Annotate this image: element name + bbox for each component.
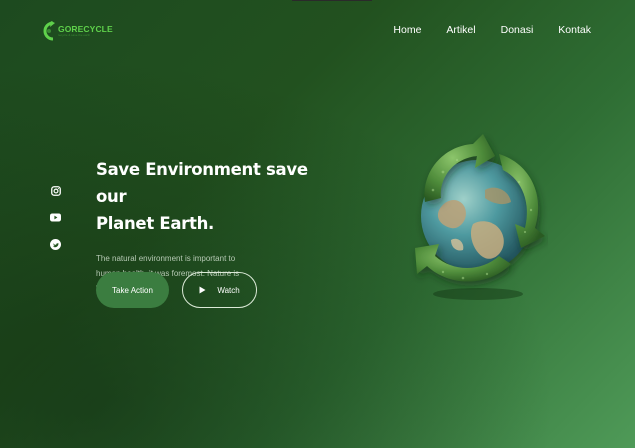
youtube-icon[interactable]: [50, 212, 61, 223]
watch-button[interactable]: Watch: [182, 272, 257, 308]
brand-name: GORECYCLE: [58, 23, 113, 34]
nav-kontak[interactable]: Kontak: [558, 24, 591, 36]
twitter-icon[interactable]: [50, 239, 61, 250]
nav-artikel[interactable]: Artikel: [446, 24, 475, 36]
take-action-button[interactable]: Take Action: [96, 272, 169, 308]
hero-title-line2: Planet Earth.: [96, 214, 214, 233]
nav-donasi[interactable]: Donasi: [501, 24, 534, 36]
take-action-label: Take Action: [112, 285, 153, 295]
instagram-icon[interactable]: [50, 185, 61, 196]
brand-tagline: recycle & save the earth: [58, 33, 91, 38]
recycle-logo-icon: [43, 21, 55, 41]
social-links: [50, 185, 61, 250]
hero-title-line1: Save Environment save our: [96, 160, 308, 206]
top-divider: [292, 0, 372, 1]
hero-title: Save Environment save our Planet Earth.: [96, 156, 316, 237]
earth-recycle-image: [403, 132, 548, 304]
main-nav: Home Artikel Donasi Kontak: [393, 24, 591, 36]
play-icon: [199, 286, 206, 294]
watch-label: Watch: [217, 285, 240, 295]
nav-home[interactable]: Home: [393, 24, 421, 36]
brand-logo[interactable]: GORECYCLE recycle & save the earth: [40, 18, 113, 44]
